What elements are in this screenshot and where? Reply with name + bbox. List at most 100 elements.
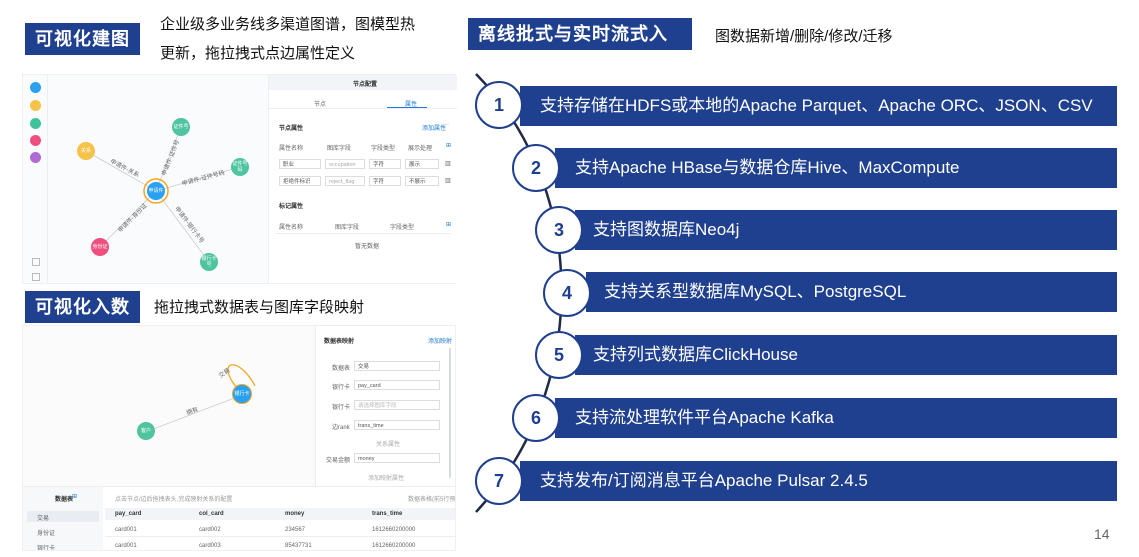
modeling-graph: [85, 126, 241, 263]
step-bar-4: 支持关系型数据库MySQL、PostgreSQL: [586, 272, 1117, 312]
more-icon[interactable]: ···: [443, 122, 449, 128]
row1-type[interactable]: 字符: [369, 176, 401, 186]
step-bar-3: 支持图数据库Neo4j: [575, 210, 1117, 250]
amount-label: 交易金额: [326, 458, 351, 464]
col-3: 展示处理: [408, 146, 433, 152]
tag-col-1: 图库字段: [335, 225, 360, 231]
section-tag-batch-stream: 离线批式与实时流式入数: [468, 18, 692, 76]
zoom-icon[interactable]: [32, 258, 40, 266]
step-text-1: 支持存储在HDFS或本地的Apache Parquet、Apache ORC、J…: [540, 96, 1093, 115]
tag-add-icon[interactable]: ⊞: [446, 221, 451, 228]
config-title: 节点配置: [353, 82, 378, 88]
side-item-1[interactable]: 身份证: [37, 528, 55, 537]
map-label-1: 银行卡: [332, 385, 351, 391]
graph-node-5[interactable]: 银行卡号: [200, 253, 218, 271]
table-side-add-icon[interactable]: ⊞: [72, 493, 77, 500]
step-circle-1: 1: [475, 81, 523, 129]
td-0-0: card001: [115, 527, 137, 533]
section-desc-batch-stream: 图数据新增/删除/修改/迁移: [715, 28, 893, 45]
graph2-node-0[interactable]: 银行卡: [232, 384, 252, 404]
graph-node-1[interactable]: 证件号: [172, 118, 190, 136]
legend-dot-3[interactable]: [30, 135, 41, 146]
tag-col-0: 属性名称: [279, 225, 304, 231]
map-value-0[interactable]: 交易: [354, 361, 440, 371]
page-number: 14: [1094, 526, 1110, 542]
empty-text: 暂无数据: [355, 244, 380, 250]
step-text-2: 支持Apache HBase与数据仓库Hive、MaxCompute: [575, 158, 960, 177]
th-0: pay_card: [115, 511, 142, 517]
mapping-scrollbar[interactable]: [449, 348, 451, 478]
amount-value[interactable]: money: [354, 453, 440, 463]
node-config-panel: 节点配置 节点 属性 节点属性 添加属性 ··· 属性名称 图库字段 字段类型 …: [268, 75, 457, 283]
step-circle-4: 4: [543, 269, 591, 317]
td-0-3: 1612660200000: [372, 527, 416, 533]
step-circle-3: 3: [535, 206, 583, 254]
step-text-5: 支持列式数据库ClickHouse: [593, 345, 798, 364]
row0-delete-icon[interactable]: ▥: [445, 160, 451, 167]
td-1-3: 1612660200000: [372, 543, 416, 549]
step-text-3: 支持图数据库Neo4j: [593, 220, 740, 239]
section-desc-visual-import: 拖拉拽式数据表与图库字段映射: [154, 299, 365, 316]
col-2: 字段类型: [371, 146, 396, 152]
map-value-2[interactable]: 请选择图库字段: [354, 400, 440, 410]
import-graph: [147, 364, 256, 432]
section-tag-visual-modeling: 可视化建图: [25, 23, 140, 55]
legend-dot-2[interactable]: [30, 118, 41, 129]
legend-dot-4[interactable]: [30, 152, 41, 163]
td-1-2: 85437731: [285, 543, 312, 549]
col-1: 图库字段: [327, 146, 352, 152]
step-bar-5: 支持列式数据库ClickHouse: [575, 335, 1117, 375]
step-circle-2: 2: [512, 144, 560, 192]
row1-show[interactable]: 不展示: [405, 176, 439, 186]
step-text-4: 支持关系型数据库MySQL、PostgreSQL: [604, 282, 907, 301]
add-map-link[interactable]: 添加映射: [428, 336, 452, 345]
graph-node-2[interactable]: 申请件: [147, 182, 165, 200]
row0-show[interactable]: 展示: [405, 159, 439, 169]
td-0-1: card002: [199, 527, 221, 533]
row1-delete-icon[interactable]: ▥: [445, 177, 451, 184]
relation-attr-link[interactable]: 关系属性: [376, 439, 400, 448]
section-desc-visual-modeling: 企业级多业务线多渠道图谱，图模型热 更新，拖拉拽式点边属性定义: [160, 12, 415, 66]
graph-node-3[interactable]: 证件号码: [231, 158, 249, 176]
data-table-area: 数据表 ⊞ 交易 身份证 银行卡 点击节点/边后拖拽表头,完成映射关系的配置 数…: [23, 486, 455, 550]
section-tag-visual-import: 可视化入数: [25, 291, 140, 323]
side-item-2[interactable]: 银行卡: [37, 543, 55, 550]
graph-node-0[interactable]: 关系: [77, 142, 95, 160]
graph2-node-1[interactable]: 客户: [137, 422, 155, 440]
graph-node-4[interactable]: 身份证: [91, 238, 109, 256]
desc-line-2: 更新，拖拉拽式点边属性定义: [160, 45, 356, 62]
map-value-1[interactable]: pay_card: [354, 380, 440, 390]
side-item-0[interactable]: 交易: [37, 513, 49, 522]
modeling-canvas-panel: 关系 证件号 申请件 证件号码 身份证 银行卡号 申请件-关系 申请件-证件号 …: [22, 74, 457, 284]
legend-dot-0[interactable]: [30, 82, 41, 93]
tag-col-2: 字段类型: [390, 225, 415, 231]
td-1-0: card001: [115, 543, 137, 549]
step-bar-2: 支持Apache HBase与数据仓库Hive、MaxCompute: [555, 148, 1117, 188]
step-bar-1: 支持存储在HDFS或本地的Apache Parquet、Apache ORC、J…: [520, 86, 1117, 126]
map-label-3: 边rank: [332, 425, 350, 431]
tab-node[interactable]: 节点: [314, 99, 326, 108]
table-hint: 点击节点/边后拖拽表头,完成映射关系的配置: [115, 497, 233, 503]
row0-name[interactable]: 职业: [279, 159, 321, 169]
step-text-7: 支持发布/订阅消息平台Apache Pulsar 2.4.5: [540, 471, 868, 490]
row1-field[interactable]: reject_flag: [325, 176, 365, 186]
th-3: trans_time: [372, 511, 403, 517]
td-1-1: card003: [199, 543, 221, 549]
step-circle-7: 7: [475, 457, 523, 505]
legend-dot-1[interactable]: [30, 100, 41, 111]
step-text-6: 支持流处理软件平台Apache Kafka: [575, 408, 834, 427]
table-side-title: 数据表: [55, 497, 74, 503]
add-map-attr-link[interactable]: 添加映射属性: [368, 473, 404, 482]
fit-icon[interactable]: [32, 273, 40, 281]
row1-name[interactable]: 拒绝件标识: [279, 176, 321, 186]
td-0-2: 234567: [285, 527, 306, 533]
node-props-title: 节点属性: [279, 126, 304, 132]
map-value-3[interactable]: trans_time: [354, 420, 440, 430]
step-bar-6: 支持流处理软件平台Apache Kafka: [555, 398, 1117, 438]
row0-field[interactable]: occupation: [325, 159, 365, 169]
mapping-panel: 数据表映射 添加映射 数据表 交易 银行卡 pay_card 银行卡 请选择图库…: [315, 326, 455, 486]
row0-type[interactable]: 字符: [369, 159, 401, 169]
th-2: money: [285, 511, 305, 517]
add-row-icon[interactable]: ⊞: [446, 142, 451, 149]
tag-props-title: 标记属性: [279, 204, 304, 210]
